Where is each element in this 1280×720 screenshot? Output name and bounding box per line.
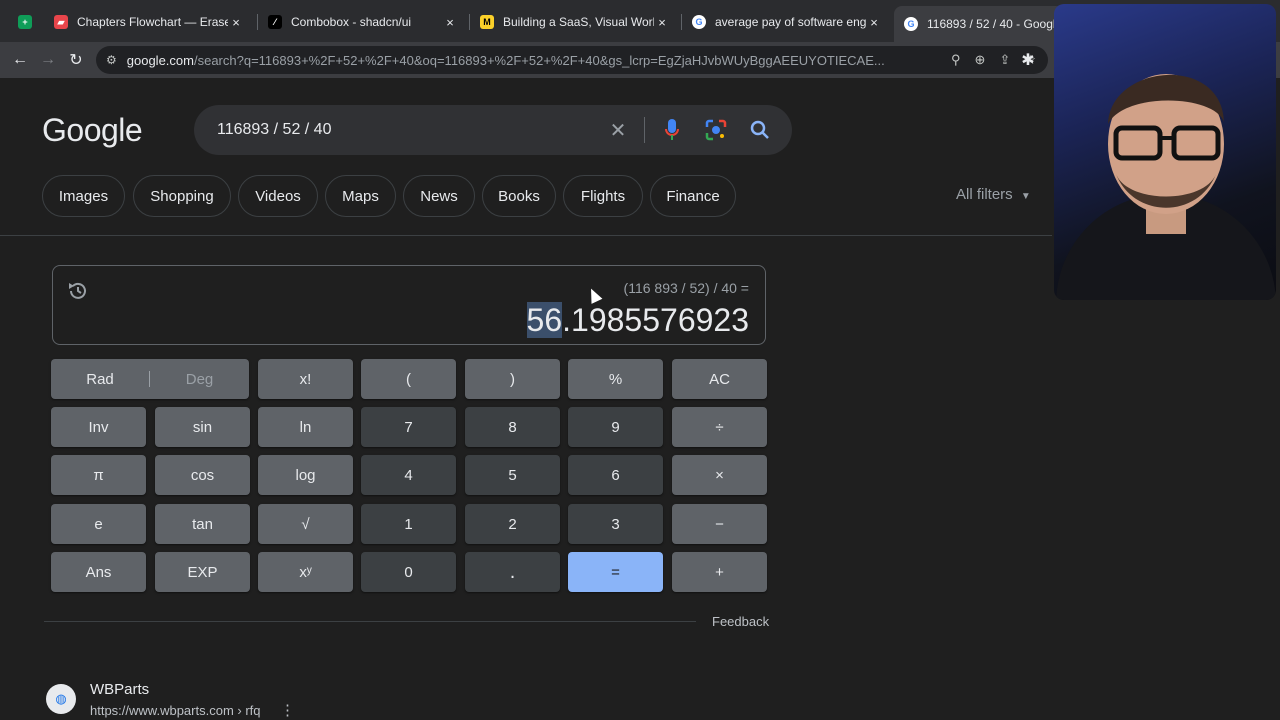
multiply-key[interactable]: ×: [672, 455, 767, 495]
close-paren-key[interactable]: ): [465, 359, 560, 399]
sqrt-key[interactable]: √: [258, 504, 353, 544]
add-key[interactable]: +: [672, 552, 767, 592]
location-icon[interactable]: ⚲: [951, 52, 961, 68]
euler-key[interactable]: e: [51, 504, 146, 544]
exp-key[interactable]: EXP: [155, 552, 250, 592]
log-key[interactable]: log: [258, 455, 353, 495]
digit-4-key[interactable]: 4: [361, 455, 456, 495]
subtract-key[interactable]: −: [672, 504, 767, 544]
forward-icon[interactable]: →: [36, 48, 60, 72]
tab-average-pay[interactable]: G average pay of software engin ×: [682, 7, 892, 37]
header-divider: [0, 235, 1052, 236]
sheets-tab[interactable]: +: [8, 7, 48, 37]
rad-deg-toggle[interactable]: Rad Deg: [51, 359, 249, 399]
digit-7-key[interactable]: 7: [361, 407, 456, 447]
inverse-key[interactable]: Inv: [51, 407, 146, 447]
lens-camera-icon[interactable]: [704, 118, 728, 142]
extensions-icon[interactable]: ✱: [1016, 48, 1040, 72]
reload-icon[interactable]: ↻: [64, 48, 88, 72]
google-icon: G: [904, 17, 918, 31]
all-filters-button[interactable]: All filters ▼: [956, 186, 1031, 203]
all-clear-key[interactable]: AC: [672, 359, 767, 399]
feedback-link[interactable]: Feedback: [712, 614, 769, 629]
power-key[interactable]: xʸ: [258, 552, 353, 592]
sin-key[interactable]: sin: [155, 407, 250, 447]
calculator-result: 56.1985576923: [526, 302, 749, 338]
digit-0-key[interactable]: 0: [361, 552, 456, 592]
rad-button[interactable]: Rad: [51, 371, 149, 388]
chip-shopping[interactable]: Shopping: [133, 175, 231, 217]
more-options-icon[interactable]: ⋮: [280, 701, 295, 719]
search-icon[interactable]: [748, 118, 772, 142]
search-input[interactable]: 116893 / 52 / 40: [217, 121, 331, 139]
search-box[interactable]: 116893 / 52 / 40 ✕: [194, 105, 792, 155]
site-info-icon[interactable]: ⚙: [106, 53, 117, 67]
digit-6-key[interactable]: 6: [568, 455, 663, 495]
calculator-expression: (116 893 / 52) / 40 =: [623, 280, 749, 296]
share-icon[interactable]: ⇪: [999, 52, 1010, 68]
caret-down-icon: ▼: [1020, 191, 1031, 202]
tan-key[interactable]: tan: [155, 504, 250, 544]
sheets-icon: +: [18, 15, 32, 29]
microphone-icon[interactable]: [660, 118, 684, 142]
history-icon[interactable]: [67, 280, 89, 308]
digit-5-key[interactable]: 5: [465, 455, 560, 495]
webcam-overlay: [1054, 4, 1276, 300]
close-icon[interactable]: ×: [866, 15, 882, 30]
ans-key[interactable]: Ans: [51, 552, 146, 592]
close-icon[interactable]: ×: [228, 15, 244, 30]
decimal-point-key[interactable]: .: [465, 552, 560, 592]
eraser-icon: ▰: [54, 15, 68, 29]
factorial-key[interactable]: x!: [258, 359, 353, 399]
tab-miro[interactable]: M Building a SaaS, Visual Worksp ×: [470, 7, 680, 37]
open-paren-key[interactable]: (: [361, 359, 456, 399]
tab-calculator-search[interactable]: G 116893 / 52 / 40 - Google: [894, 6, 1064, 42]
close-icon[interactable]: ×: [654, 15, 670, 30]
cos-key[interactable]: cos: [155, 455, 250, 495]
address-bar[interactable]: ⚙ google.com /search?q=116893+%2F+52+%2F…: [96, 46, 1048, 74]
tab-eraser[interactable]: ▰ Chapters Flowchart — Eraser ×: [44, 7, 254, 37]
calculator-display: (116 893 / 52) / 40 = 56.1985576923: [52, 265, 766, 345]
miro-icon: M: [480, 15, 494, 29]
clear-search-icon[interactable]: ✕: [606, 118, 630, 142]
digit-2-key[interactable]: 2: [465, 504, 560, 544]
chip-finance[interactable]: Finance: [650, 175, 736, 217]
search-divider: [644, 117, 645, 143]
back-icon[interactable]: ←: [8, 48, 32, 72]
chip-videos[interactable]: Videos: [238, 175, 318, 217]
digit-1-key[interactable]: 1: [361, 504, 456, 544]
ln-key[interactable]: ln: [258, 407, 353, 447]
chip-flights[interactable]: Flights: [563, 175, 643, 217]
chip-maps[interactable]: Maps: [325, 175, 396, 217]
google-icon: G: [692, 15, 706, 29]
deg-button[interactable]: Deg: [150, 371, 249, 388]
digit-3-key[interactable]: 3: [568, 504, 663, 544]
digit-9-key[interactable]: 9: [568, 407, 663, 447]
selected-result-text: 56: [526, 302, 563, 338]
result-title[interactable]: WBParts: [90, 681, 149, 698]
presenter-video: [1056, 74, 1276, 300]
feedback-divider: [44, 621, 696, 622]
divide-key[interactable]: ÷: [672, 407, 767, 447]
close-icon[interactable]: ×: [442, 15, 458, 30]
shadcn-icon: ⁄: [268, 15, 282, 29]
digit-8-key[interactable]: 8: [465, 407, 560, 447]
wbparts-favicon: ◍: [46, 684, 76, 714]
equals-key[interactable]: =: [568, 552, 663, 592]
chip-books[interactable]: Books: [482, 175, 556, 217]
chip-images[interactable]: Images: [42, 175, 125, 217]
zoom-icon[interactable]: ⊕: [975, 52, 986, 68]
pi-key[interactable]: π: [51, 455, 146, 495]
chip-news[interactable]: News: [403, 175, 475, 217]
tab-shadcn[interactable]: ⁄ Combobox - shadcn/ui ×: [258, 7, 468, 37]
google-logo[interactable]: Google: [42, 112, 143, 149]
result-url[interactable]: https://www.wbparts.com › rfq: [90, 703, 261, 718]
percent-key[interactable]: %: [568, 359, 663, 399]
